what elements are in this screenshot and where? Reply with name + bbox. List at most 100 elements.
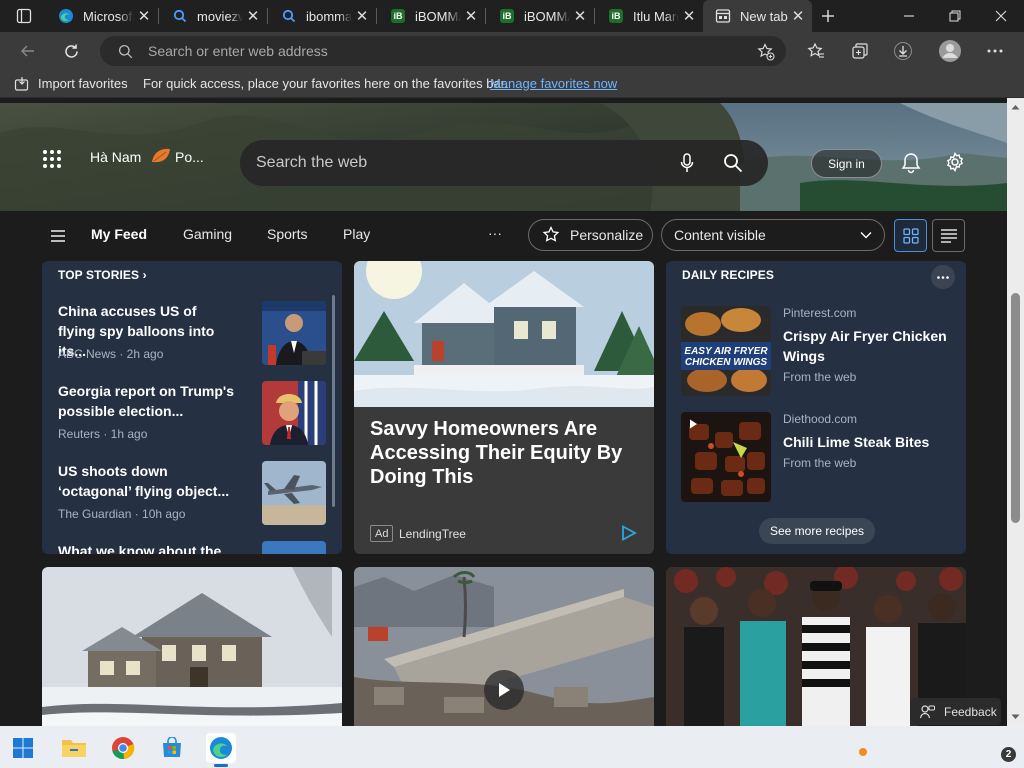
favorites-button[interactable] [801,36,831,66]
settings-gear-icon[interactable] [945,152,965,172]
edge-taskbar-button[interactable] [206,733,236,763]
apps-grid-icon[interactable] [42,149,62,169]
story-thumbnail [262,301,326,365]
status-dot[interactable] [859,748,867,756]
recipe-item[interactable]: Diethood.com Chili Lime Steak Bites From… [681,412,956,504]
scroll-up-arrow-icon[interactable] [1011,104,1020,110]
feedback-label: Feedback [944,704,997,719]
restore-button[interactable] [932,0,978,32]
ad-image [354,261,654,407]
tab-1[interactable]: moviezwap ✕ [158,0,267,32]
back-button[interactable] [13,36,43,66]
see-more-recipes-button[interactable]: See more recipes [759,518,876,544]
tab-play[interactable]: Play [343,226,370,242]
grid-view-button[interactable] [894,219,927,252]
tab-4[interactable]: iB iBOMMA ✕ [485,0,594,32]
favorites-bar: Import favorites For quick access, place… [0,70,1024,98]
manage-favorites-link[interactable]: Manage favorites now [490,76,617,91]
personalize-button[interactable]: Personalize [528,219,653,251]
hamburger-menu-icon[interactable] [51,230,65,242]
close-tab-icon[interactable]: ✕ [570,7,590,25]
location-label[interactable]: Hà Nam [90,149,141,165]
weather-leaf-icon [152,148,170,163]
profile-button[interactable] [935,36,965,66]
refresh-icon [64,44,78,58]
sponsored-ad-card[interactable]: Savvy Homeowners Are Accessing Their Equ… [354,261,654,554]
story-item[interactable]: China accuses US of flying spy balloons … [58,301,342,376]
tab-actions-button[interactable] [0,0,44,32]
video-play-button[interactable] [484,670,524,710]
feed-navigation: My Feed Gaming Sports Play ··· Personali… [0,211,1007,261]
story-item[interactable]: What we know about the [58,541,342,554]
more-tabs-button[interactable]: ··· [488,225,502,241]
web-search-box[interactable] [240,140,768,186]
close-tab-icon[interactable]: ✕ [461,7,481,25]
tab-5[interactable]: iB Itlu Maro ✕ [594,0,703,32]
notifications-bell-icon[interactable] [901,152,921,174]
page-scrollbar[interactable] [1007,98,1024,726]
ad-badge: Ad [370,525,394,542]
more-options-button[interactable] [931,265,955,289]
adchoices-icon[interactable] [621,525,637,541]
refresh-button[interactable] [56,36,86,66]
collections-button[interactable] [845,36,875,66]
new-tab-button[interactable] [808,0,848,32]
tab-0[interactable]: Microsoft ✕ [44,0,158,32]
search-icon [281,8,297,24]
import-favorites-link[interactable]: Import favorites [38,76,128,91]
scrollbar-thumb[interactable] [1011,293,1020,523]
content-visibility-dropdown[interactable]: Content visible [661,219,885,251]
tab-gaming[interactable]: Gaming [183,226,232,242]
weather-label[interactable]: Po... [175,149,204,165]
top-stories-card: TOP STORIES › China accuses US of flying… [42,261,342,554]
microphone-icon[interactable] [680,153,694,173]
list-view-icon [940,228,957,243]
web-search-input[interactable] [256,140,656,186]
stories-scrollbar[interactable] [332,295,335,507]
browser-window: Microsoft ✕ moviezwap ✕ ibomma ✕ iB iBOM… [0,0,1024,768]
tab-6-active[interactable]: New tab ✕ [703,0,812,32]
close-tab-icon[interactable]: ✕ [243,7,263,25]
add-favorite-icon[interactable] [757,43,775,61]
recipe-item[interactable]: EASY AIR FRYER CHICKEN WINGS Pinterest.c… [681,306,956,398]
video-play-icon [690,419,697,429]
recipe-source: Diethood.com [783,412,858,426]
recipe-title: Chili Lime Steak Bites [783,434,930,450]
settings-menu-button[interactable] [980,36,1010,66]
feedback-button[interactable]: Feedback [910,698,1001,725]
downloads-button[interactable] [888,36,918,66]
start-button[interactable] [8,733,38,763]
close-tab-icon[interactable]: ✕ [679,7,699,25]
store-button[interactable] [157,733,187,763]
tab-3[interactable]: iB iBOMMA ✕ [376,0,485,32]
chrome-button[interactable] [108,733,138,763]
file-explorer-button[interactable] [59,733,89,763]
close-window-button[interactable] [978,0,1024,32]
notification-count-badge[interactable]: 2 [1001,747,1016,762]
windows-logo-icon [13,738,33,758]
scroll-down-arrow-icon[interactable] [1011,714,1020,720]
tab-my-feed[interactable]: My Feed [91,226,147,242]
search-icon[interactable] [723,153,743,173]
close-tab-icon[interactable]: ✕ [352,7,372,25]
close-tab-icon[interactable]: ✕ [134,7,154,25]
list-view-button[interactable] [932,219,965,252]
news-card-house[interactable] [42,567,342,726]
story-headline: Georgia report on Trump's possible elect… [58,383,235,419]
tab-label: Itlu Maro [633,8,679,24]
recipe-source: Pinterest.com [783,306,857,320]
news-card-earthquake-video[interactable] [354,567,654,726]
ad-headline: Savvy Homeowners Are Accessing Their Equ… [370,418,623,488]
story-item[interactable]: US shoots down ‘octagonal’ flying object… [58,461,342,536]
minimize-button[interactable] [886,0,932,32]
top-stories-heading[interactable]: TOP STORIES › [58,268,147,282]
toolbar [0,32,1024,70]
sign-in-button[interactable]: Sign in [811,149,882,178]
address-input[interactable] [148,36,748,66]
house-photo [42,567,342,726]
tab-sports[interactable]: Sports [267,226,307,242]
story-item[interactable]: Georgia report on Trump's possible elect… [58,381,342,456]
address-bar[interactable] [100,36,786,66]
tab-2[interactable]: ibomma ✕ [267,0,376,32]
close-tab-icon[interactable]: ✕ [788,7,808,25]
